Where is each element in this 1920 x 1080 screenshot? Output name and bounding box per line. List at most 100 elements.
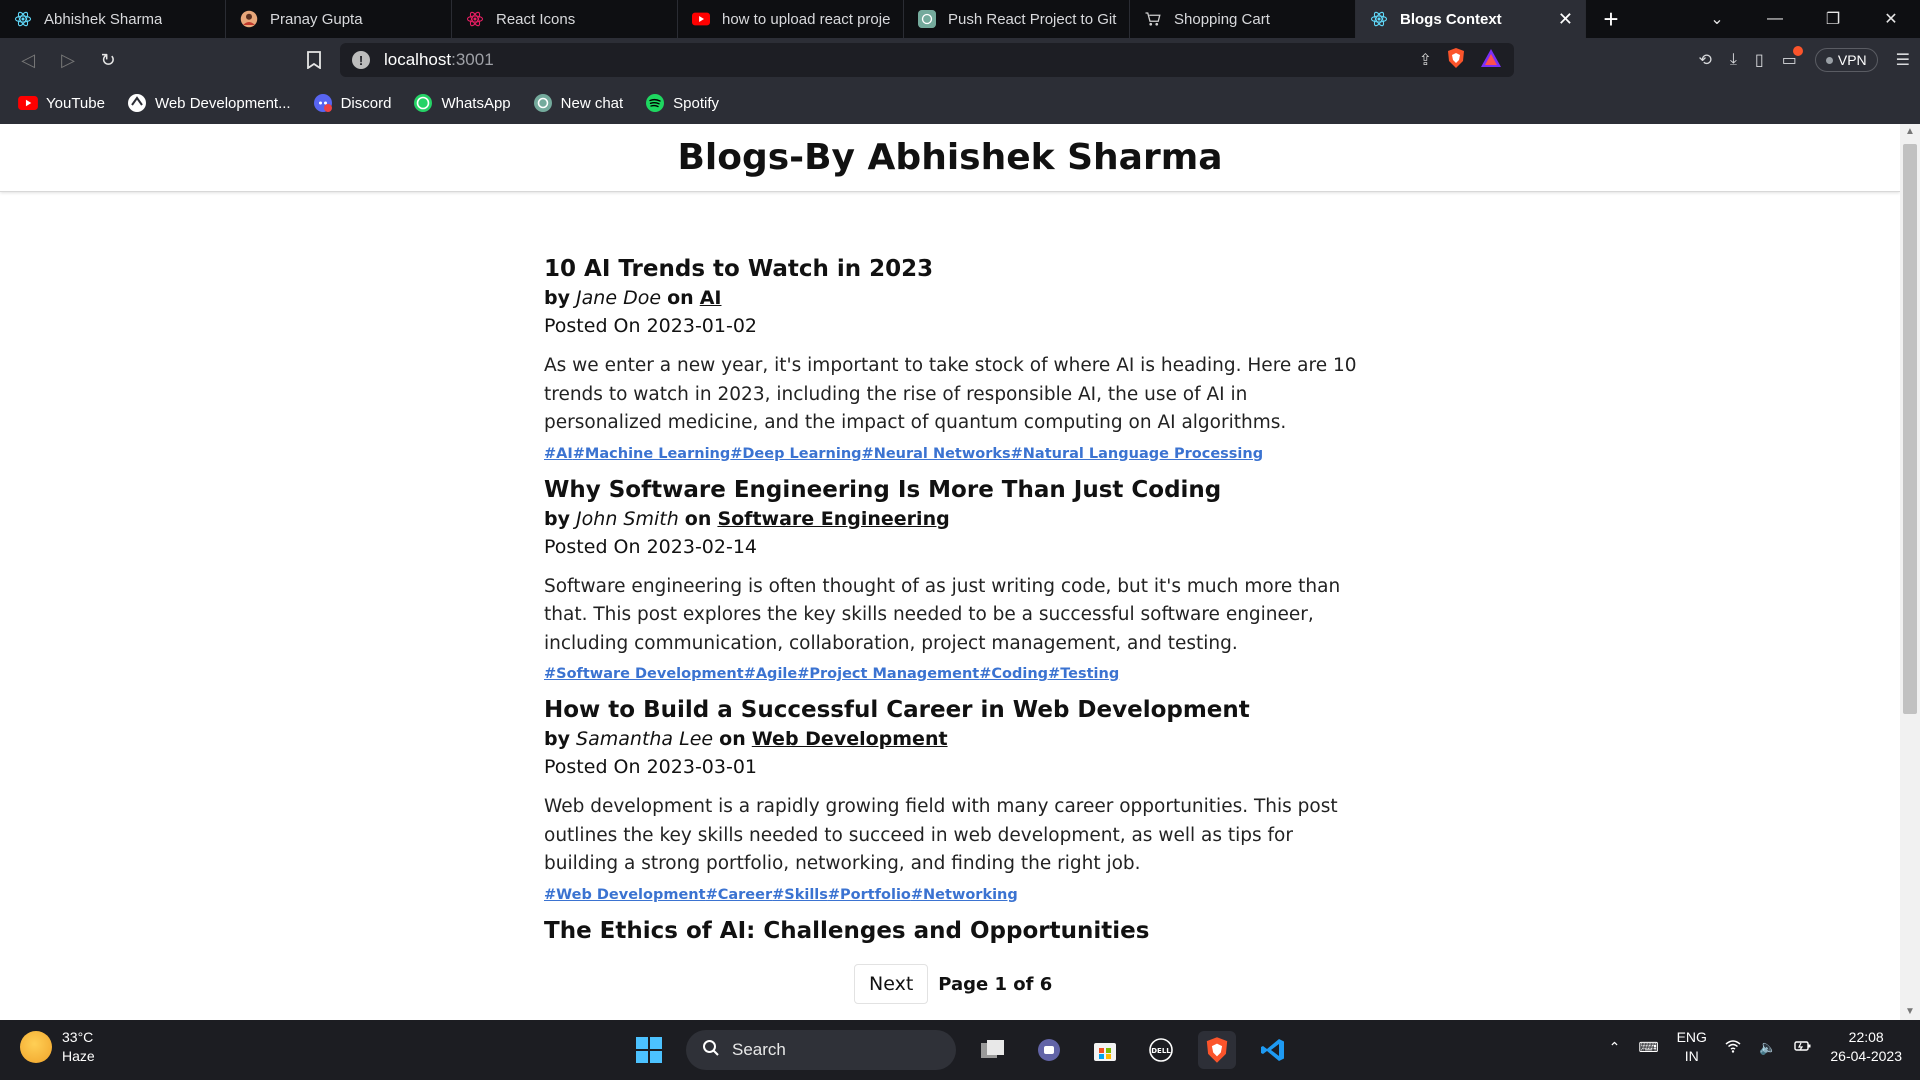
post-author: Samantha Lee [576, 728, 714, 750]
address-bar[interactable]: ! localhost:3001 ⇪ [340, 43, 1514, 77]
new-tab-button[interactable]: + [1586, 0, 1636, 38]
volume-icon[interactable]: 🔈 [1759, 1039, 1776, 1056]
post-meta: by Samantha Lee on Web Development [544, 725, 1364, 753]
tab[interactable]: Abhishek Sharma [0, 0, 226, 38]
chevron-up-icon[interactable]: ⌃ [1609, 1039, 1621, 1056]
chatgpt-icon [918, 10, 936, 28]
tag-link[interactable]: #Testing [1048, 666, 1119, 682]
tab-active[interactable]: Blogs Context ✕ [1356, 0, 1586, 38]
tag-link[interactable]: #Agile [744, 666, 798, 682]
tag-link[interactable]: #Natural Language Processing [1011, 446, 1263, 462]
vpn-button[interactable]: VPN [1814, 48, 1878, 72]
post-tags: #Software Development#Agile#Project Mana… [544, 664, 1364, 684]
blog-post: 10 AI Trends to Watch in 2023 by Jane Do… [544, 254, 1364, 464]
whatsapp-icon [413, 93, 433, 113]
bookmark-icon[interactable] [294, 40, 334, 80]
bookmark-discord[interactable]: Discord [313, 93, 391, 113]
brave-rewards-icon[interactable] [1480, 48, 1502, 73]
scrollbar-thumb[interactable] [1903, 144, 1917, 714]
tag-link[interactable]: #Project Management [797, 666, 979, 682]
post-category-link[interactable]: AI [700, 287, 722, 309]
post-date-value: 2023-02-14 [646, 535, 758, 558]
task-view-icon[interactable] [974, 1031, 1012, 1069]
scroll-down-icon[interactable]: ▼ [1900, 1004, 1920, 1020]
wifi-icon[interactable] [1725, 1039, 1741, 1056]
page-indicator: Page 1 of 6 [938, 973, 1053, 995]
battery-icon[interactable] [1794, 1039, 1812, 1056]
tag-link[interactable]: #Machine Learning [573, 446, 730, 462]
download-icon[interactable]: ⤓ [1730, 51, 1737, 69]
close-window-icon[interactable]: ✕ [1862, 0, 1920, 38]
posted-on-label: Posted On [544, 535, 641, 558]
close-icon[interactable]: ✕ [1558, 9, 1573, 30]
taskbar-apps: Search DELL [630, 1030, 1292, 1070]
tag-link[interactable]: #Web Development [544, 887, 706, 903]
weather-widget[interactable]: 33°C Haze [20, 1028, 95, 1066]
tag-link[interactable]: #Career [706, 887, 773, 903]
bookmark-whatsapp[interactable]: WhatsApp [413, 93, 511, 113]
tab[interactable]: how to upload react projec [678, 0, 904, 38]
post-title: The Ethics of AI: Challenges and Opportu… [544, 917, 1150, 944]
sidebar-icon[interactable]: ▯ [1755, 50, 1764, 70]
minimize-icon[interactable]: ― [1746, 0, 1804, 38]
store-icon[interactable] [1086, 1031, 1124, 1069]
tab-title: Blogs Context [1400, 10, 1502, 28]
browser-window: Abhishek Sharma Pranay Gupta React Icons… [0, 0, 1920, 1080]
clock[interactable]: 22:08 26-04-2023 [1830, 1028, 1902, 1066]
spotify-icon [645, 93, 665, 113]
forward-icon[interactable]: ▷ [48, 40, 88, 80]
tab[interactable]: Shopping Cart [1130, 0, 1356, 38]
next-page-button[interactable]: Next [854, 964, 929, 1004]
tag-link[interactable]: #Skills [772, 887, 828, 903]
page-scrollbar[interactable]: ▲ ▼ [1900, 124, 1920, 1020]
pagination: Next Page 1 of 6 [854, 964, 1052, 1004]
teams-chat-icon[interactable] [1030, 1031, 1068, 1069]
tag-link[interactable]: #Software Development [544, 666, 744, 682]
tab[interactable]: Pranay Gupta [226, 0, 452, 38]
post-category-link[interactable]: Web Development [752, 728, 948, 750]
haze-icon [20, 1031, 52, 1063]
post-on: on [667, 287, 694, 309]
keyboard-icon[interactable]: ⌨ [1638, 1039, 1658, 1056]
tag-link[interactable]: #Portfolio [828, 887, 911, 903]
vscode-icon[interactable] [1254, 1031, 1292, 1069]
info-icon[interactable]: ! [352, 51, 370, 69]
chatgpt-icon [533, 93, 553, 113]
post-on: on [719, 728, 746, 750]
menu-icon[interactable]: ☰ [1896, 50, 1910, 70]
dell-icon[interactable]: DELL [1142, 1031, 1180, 1069]
taskbar-search[interactable]: Search [686, 1030, 956, 1070]
tab[interactable]: Push React Project to GitHu [904, 0, 1130, 38]
tag-link[interactable]: #Coding [979, 666, 1048, 682]
chevron-down-icon[interactable]: ⌄ [1688, 0, 1746, 38]
brave-browser-icon[interactable] [1198, 1031, 1236, 1069]
tag-link[interactable]: #Deep Learning [730, 446, 861, 462]
tag-link[interactable]: #Neural Networks [862, 446, 1011, 462]
brave-shield-icon[interactable] [1446, 47, 1466, 74]
weather-condition: Haze [62, 1048, 95, 1064]
bookmark-web-development[interactable]: Web Development... [127, 93, 291, 113]
reload-icon[interactable]: ↻ [88, 40, 128, 80]
post-by: by [544, 507, 570, 530]
bookmark-youtube[interactable]: YouTube [18, 93, 105, 113]
scroll-up-icon[interactable]: ▲ [1900, 124, 1920, 140]
bookmark-new-chat[interactable]: New chat [533, 93, 623, 113]
restore-icon[interactable]: ❐ [1804, 0, 1862, 38]
wallet-icon[interactable]: ▭ [1782, 46, 1803, 70]
back-icon[interactable]: ◁ [8, 40, 48, 80]
search-icon [702, 1039, 720, 1062]
tag-link[interactable]: #AI [544, 446, 573, 462]
tab-strip: Abhishek Sharma Pranay Gupta React Icons… [0, 0, 1920, 38]
share-icon[interactable]: ⇪ [1419, 50, 1432, 70]
bookmark-label: WhatsApp [441, 94, 511, 112]
url-host: localhost [384, 50, 452, 69]
post-by: by [544, 728, 570, 750]
post-category-link[interactable]: Software Engineering [717, 508, 949, 530]
bookmark-spotify[interactable]: Spotify [645, 93, 719, 113]
blog-post-list: 10 AI Trends to Watch in 2023 by Jane Do… [544, 254, 1364, 957]
sync-icon[interactable]: ⟲ [1698, 50, 1711, 70]
windows-start-icon[interactable] [630, 1031, 668, 1069]
tab[interactable]: React Icons [452, 0, 678, 38]
language-indicator[interactable]: ENG IN [1677, 1028, 1707, 1066]
tag-link[interactable]: #Networking [911, 887, 1018, 903]
